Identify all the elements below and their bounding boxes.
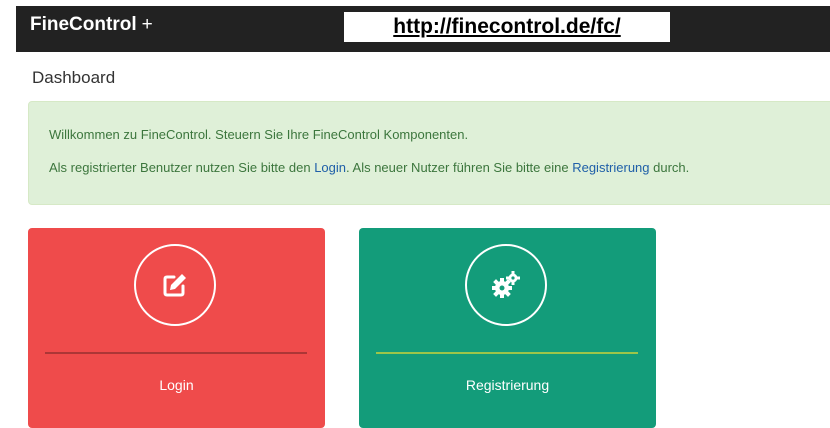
login-icon-circle	[134, 244, 216, 326]
edit-icon	[163, 274, 186, 297]
login-card[interactable]: Login	[28, 228, 325, 428]
alert-text-part3: durch.	[649, 160, 690, 175]
register-card-label: Registrierung	[465, 377, 550, 393]
login-card-label: Login	[159, 377, 194, 393]
top-header: FineControl + http://finecontrol.de/fc/	[0, 0, 830, 52]
alert-instructions: Als registrierter Benutzer nutzen Sie bi…	[49, 160, 689, 175]
url-caption: http://finecontrol.de/fc/	[344, 12, 670, 42]
page-title: Dashboard	[32, 68, 116, 87]
brand-name: FineControl	[30, 14, 137, 35]
alert-text-part2: . Als neuer Nutzer führen Sie bitte eine	[346, 160, 573, 175]
alert-text-part1: Als registrierter Benutzer nutzen Sie bi…	[49, 160, 315, 175]
register-link[interactable]: Registrierung	[572, 160, 649, 175]
register-card[interactable]: Registrierung	[359, 228, 656, 428]
brand-logo[interactable]: FineControl +	[30, 14, 153, 36]
brand-plus: +	[141, 14, 153, 35]
login-link[interactable]: Login	[314, 160, 346, 175]
alert-welcome-text: Willkommen zu FineControl. Steuern Sie I…	[49, 127, 469, 142]
welcome-alert: Willkommen zu FineControl. Steuern Sie I…	[28, 101, 830, 205]
register-icon-circle	[465, 244, 547, 326]
login-divider	[45, 352, 307, 354]
register-divider	[376, 352, 638, 354]
gears-icon	[492, 271, 520, 298]
